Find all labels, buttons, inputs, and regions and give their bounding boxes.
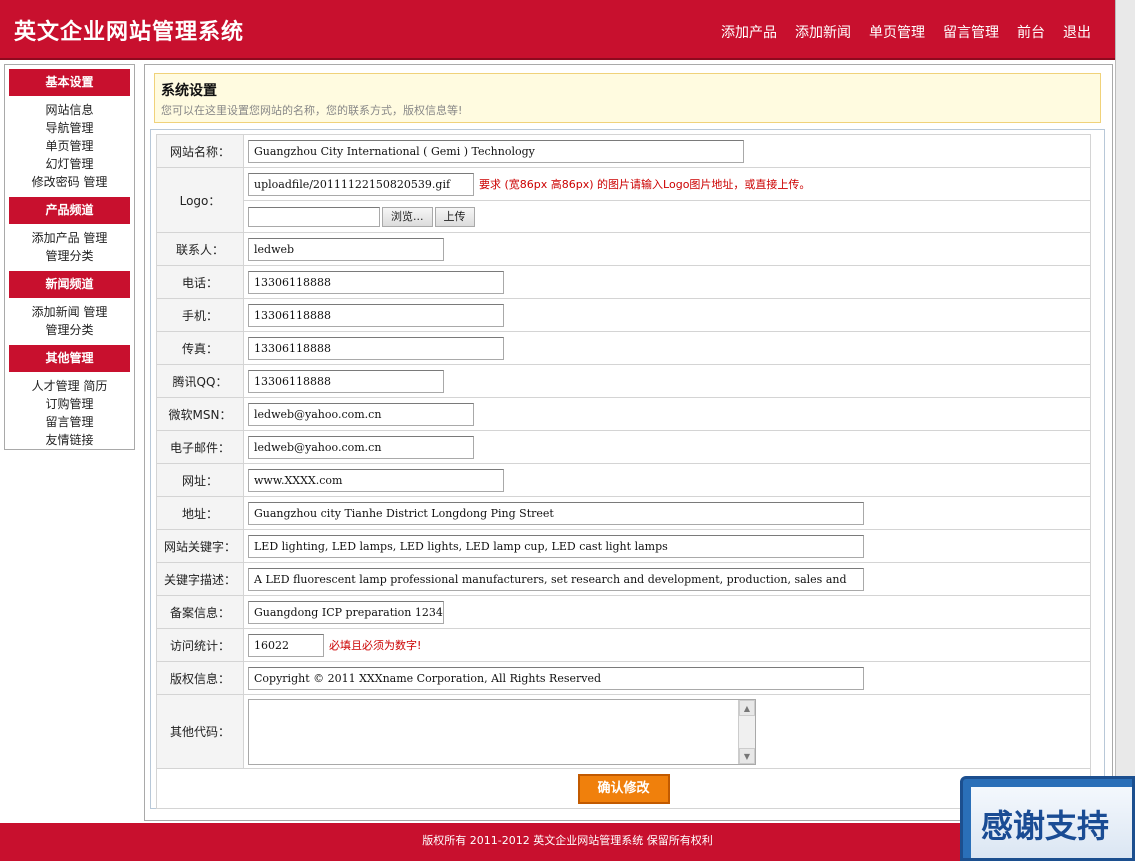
sidebar-item-password[interactable]: 修改密码 管理 — [9, 173, 130, 191]
keywords-label: 网站关键字： — [156, 529, 244, 563]
settings-form: 网站名称： Guangzhou City International ( Gem… — [150, 129, 1105, 809]
logo-hint: 要求 (宽86px 高86px) 的图片请输入Logo图片地址，或直接上传。 — [479, 178, 811, 191]
sidebar-heading: 产品频道 — [9, 197, 130, 224]
sidebar-heading: 基本设置 — [9, 69, 130, 96]
sidebar-item-add-news[interactable]: 添加新闻 管理 — [9, 303, 130, 321]
icp-label: 备案信息： — [156, 595, 244, 629]
phone-input[interactable]: 13306118888 — [248, 270, 504, 294]
description-input[interactable]: A LED fluorescent lamp professional manu… — [248, 567, 864, 591]
page-title: 系统设置 — [161, 83, 217, 99]
sidebar-item-news-category[interactable]: 管理分类 — [9, 321, 130, 339]
sidebar-item-add-product[interactable]: 添加产品 管理 — [9, 229, 130, 247]
logo-path-input[interactable]: uploadfile/20111122150820539.gif — [248, 172, 474, 196]
upload-button[interactable]: 上传 — [434, 206, 475, 227]
logo-file-input[interactable] — [248, 206, 380, 227]
footer-copyright: 版权所有 2011-2012 英文企业网站管理系统 保留所有权利 — [422, 834, 713, 847]
scroll-up-icon[interactable]: ▲ — [739, 699, 755, 716]
qq-input[interactable]: 13306118888 — [248, 369, 444, 393]
other-code-label: 其他代码： — [156, 694, 244, 769]
nav-add-product[interactable]: 添加产品 — [721, 22, 777, 42]
email-label: 电子邮件： — [156, 430, 244, 464]
nav-logout[interactable]: 退出 — [1063, 22, 1091, 42]
settings-table: 网站名称： Guangzhou City International ( Gem… — [156, 134, 1091, 809]
other-code-textarea[interactable]: ▲ ▼ — [248, 698, 756, 765]
sidebar-section-other: 其他管理 人才管理 简历 订购管理 留言管理 友情链接 — [9, 345, 130, 451]
sidebar-section-product: 产品频道 添加产品 管理 管理分类 — [9, 197, 130, 267]
window-scrollbar[interactable] — [1115, 0, 1135, 823]
site-name-input[interactable]: Guangzhou City International ( Gemi ) Te… — [248, 139, 744, 163]
sidebar-section-basic: 基本设置 网站信息 导航管理 单页管理 幻灯管理 修改密码 管理 — [9, 69, 130, 193]
thanks-text: 感谢支持 — [981, 807, 1110, 845]
main-content: 系统设置 您可以在这里设置您网站的名称，您的联系方式，版权信息等! 网站名称： … — [144, 64, 1113, 821]
description-label: 关键字描述： — [156, 562, 244, 596]
sidebar-item-page-manage[interactable]: 单页管理 — [9, 137, 130, 155]
sidebar-item-orders[interactable]: 订购管理 — [9, 395, 130, 413]
visits-input[interactable]: 16022 — [248, 633, 324, 657]
app-title: 英文企业网站管理系统 — [14, 19, 245, 45]
url-label: 网址： — [156, 463, 244, 497]
copyright-label: 版权信息： — [156, 661, 244, 695]
keywords-input[interactable]: LED lighting, LED lamps, LED lights, LED… — [248, 534, 864, 558]
phone-label: 电话： — [156, 265, 244, 299]
sidebar-item-site-info[interactable]: 网站信息 — [9, 101, 130, 119]
browse-button[interactable]: 浏览... — [382, 206, 433, 227]
mobile-label: 手机： — [156, 298, 244, 332]
nav-frontend[interactable]: 前台 — [1017, 22, 1045, 42]
address-input[interactable]: Guangzhou city Tianhe District Longdong … — [248, 501, 864, 525]
fax-label: 传真： — [156, 331, 244, 365]
mobile-input[interactable]: 13306118888 — [248, 303, 504, 327]
sidebar-item-talent[interactable]: 人才管理 简历 — [9, 377, 130, 395]
sidebar-item-messages[interactable]: 留言管理 — [9, 413, 130, 431]
address-label: 地址： — [156, 496, 244, 530]
fax-input[interactable]: 13306118888 — [248, 336, 504, 360]
settings-notice: 系统设置 您可以在这里设置您网站的名称，您的联系方式，版权信息等! — [154, 73, 1101, 123]
textarea-scrollbar[interactable]: ▲ ▼ — [738, 699, 755, 764]
sidebar-item-slide-manage[interactable]: 幻灯管理 — [9, 155, 130, 173]
copyright-input[interactable]: Copyright © 2011 XXXname Corporation, Al… — [248, 666, 864, 690]
msn-label: 微软MSN： — [156, 397, 244, 431]
email-input[interactable]: ledweb@yahoo.com.cn — [248, 435, 474, 459]
top-nav: 添加产品 添加新闻 单页管理 留言管理 前台 退出 — [721, 22, 1091, 42]
logo-label: Logo： — [156, 167, 244, 233]
page-description: 您可以在这里设置您网站的名称，您的联系方式，版权信息等! — [161, 104, 463, 117]
sidebar-item-nav-manage[interactable]: 导航管理 — [9, 119, 130, 137]
sidebar-item-product-category[interactable]: 管理分类 — [9, 247, 130, 265]
site-name-label: 网站名称： — [156, 134, 244, 168]
nav-page-manage[interactable]: 单页管理 — [869, 22, 925, 42]
url-input[interactable]: www.XXXX.com — [248, 468, 504, 492]
icp-input[interactable]: Guangdong ICP preparation 123456 — [248, 600, 444, 624]
contact-input[interactable]: ledweb — [248, 237, 444, 261]
thanks-badge: 感谢支持 — [960, 776, 1135, 861]
sidebar: 基本设置 网站信息 导航管理 单页管理 幻灯管理 修改密码 管理 产品频道 添加… — [4, 64, 135, 450]
header-bar: 英文企业网站管理系统 添加产品 添加新闻 单页管理 留言管理 前台 退出 — [0, 0, 1115, 60]
sidebar-item-links[interactable]: 友情链接 — [9, 431, 130, 449]
scroll-down-icon[interactable]: ▼ — [739, 747, 755, 764]
qq-label: 腾讯QQ： — [156, 364, 244, 398]
visits-hint: 必填且必须为数字! — [329, 639, 422, 652]
sidebar-heading: 其他管理 — [9, 345, 130, 372]
visits-label: 访问统计： — [156, 628, 244, 662]
sidebar-section-news: 新闻频道 添加新闻 管理 管理分类 — [9, 271, 130, 341]
nav-message-manage[interactable]: 留言管理 — [943, 22, 999, 42]
sidebar-heading: 新闻频道 — [9, 271, 130, 298]
nav-add-news[interactable]: 添加新闻 — [795, 22, 851, 42]
contact-label: 联系人： — [156, 232, 244, 266]
submit-button[interactable]: 确认修改 — [577, 773, 670, 804]
msn-input[interactable]: ledweb@yahoo.com.cn — [248, 402, 474, 426]
